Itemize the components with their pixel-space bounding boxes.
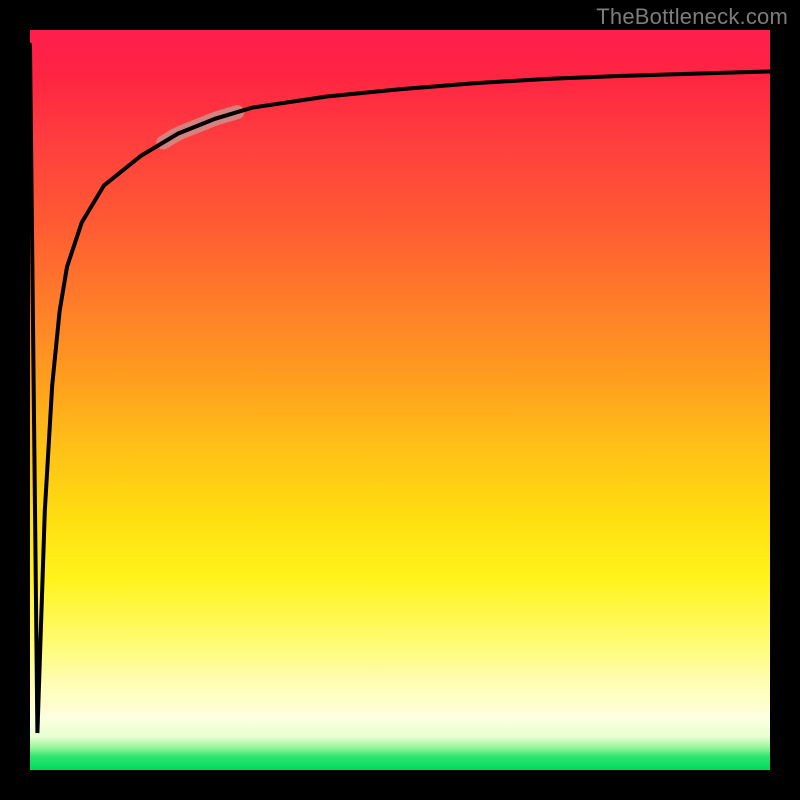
plot-area [30, 30, 770, 770]
watermark-text: TheBottleneck.com [596, 4, 788, 30]
curve-svg [30, 30, 770, 770]
curve-line [30, 45, 770, 733]
chart-stage: TheBottleneck.com [0, 0, 800, 800]
